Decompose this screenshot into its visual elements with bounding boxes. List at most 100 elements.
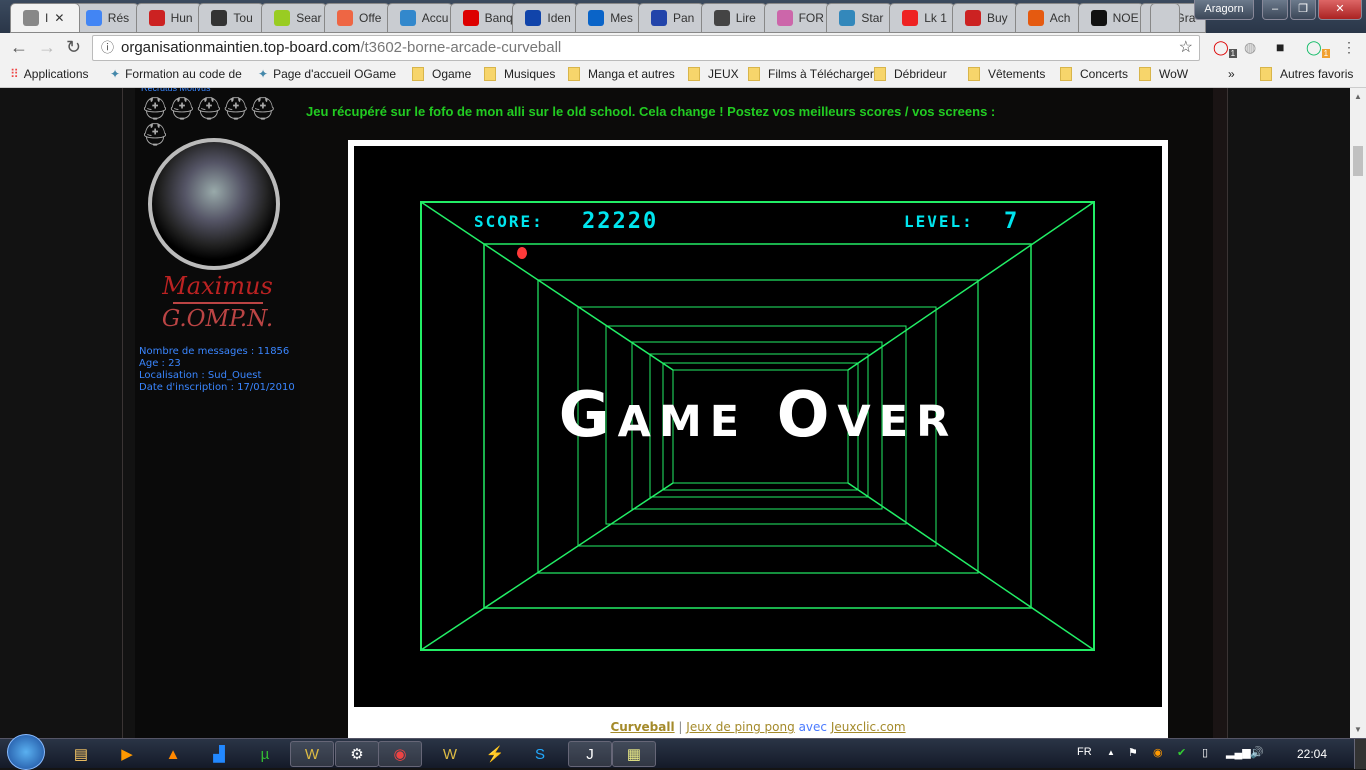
- tab[interactable]: Accu: [386, 3, 453, 33]
- reload-button[interactable]: ↻: [66, 37, 81, 58]
- show-desktop-button[interactable]: [1354, 739, 1366, 769]
- ping-pong-link[interactable]: Jeux de ping pong: [686, 720, 794, 734]
- bookmark-label: Musiques: [504, 67, 556, 81]
- tab[interactable]: Ach: [1014, 3, 1081, 33]
- tampermonkey-icon[interactable]: ■: [1276, 39, 1284, 55]
- clock[interactable]: 22:04: [1297, 747, 1327, 761]
- wow-icon[interactable]: W: [290, 741, 334, 767]
- bookmark-label: Vêtements: [988, 67, 1046, 81]
- tunnel-edge-3: [847, 482, 1095, 651]
- outlook-icon: [588, 10, 605, 26]
- tray-app-icon[interactable]: ◉: [1153, 746, 1163, 759]
- bookmark-item[interactable]: ✦ Page d'accueil OGame: [258, 67, 396, 81]
- bookmark-label: Autres favoris: [1280, 67, 1354, 81]
- minimize-button[interactable]: –: [1262, 0, 1288, 20]
- info-icon[interactable]: ⓘ: [101, 36, 114, 60]
- curveball-game[interactable]: SCORE: 22220 LEVEL: 7 Game Over: [354, 146, 1162, 707]
- more-bookmarks-button[interactable]: »: [1228, 67, 1235, 81]
- app-icon[interactable]: ▟: [204, 741, 234, 767]
- wow-icon-2[interactable]: W: [435, 741, 465, 767]
- power-icon[interactable]: ▯: [1202, 746, 1208, 759]
- sticky-notes-icon[interactable]: ▦: [612, 741, 656, 767]
- new-tab-button[interactable]: [1150, 3, 1180, 33]
- bookmark-item[interactable]: ✦ Formation au code de: [110, 67, 242, 81]
- vlc-icon[interactable]: ▲: [158, 741, 188, 767]
- close-window-button[interactable]: ✕: [1318, 0, 1362, 20]
- address-bar[interactable]: ⓘ organisationmaintien.top-board.com/t36…: [92, 35, 1200, 61]
- tray-check-icon[interactable]: ✔: [1177, 746, 1186, 759]
- tab[interactable]: Iden: [512, 3, 579, 33]
- extension-icon[interactable]: ◍: [1244, 39, 1256, 56]
- tab[interactable]: I ✕: [10, 3, 80, 33]
- volume-icon[interactable]: 🔊: [1250, 746, 1264, 759]
- page-margin: [1213, 88, 1227, 738]
- chrome-icon[interactable]: ◉: [378, 741, 422, 767]
- page-scrollbar[interactable]: ▲ ▼: [1350, 88, 1366, 738]
- folder-icon: [568, 67, 580, 81]
- jeuxclic-link[interactable]: Jeuxclic.com: [831, 720, 906, 734]
- menu-icon[interactable]: ⋮: [1342, 39, 1356, 56]
- tab[interactable]: NOE: [1077, 3, 1144, 33]
- utorrent-icon[interactable]: µ: [250, 741, 280, 767]
- tab[interactable]: Buy: [952, 3, 1018, 33]
- show-hidden-icons[interactable]: ▲: [1107, 748, 1115, 757]
- maximize-button[interactable]: ❐: [1290, 0, 1316, 20]
- tab[interactable]: Hun: [135, 3, 202, 33]
- bookmark-item[interactable]: Débrideur: [874, 67, 947, 81]
- network-signal-icon[interactable]: ▂▄▆: [1226, 746, 1251, 759]
- url-host: organisationmaintien.top-board.com: [121, 39, 361, 56]
- other-bookmarks[interactable]: Autres favoris: [1260, 67, 1353, 81]
- game-embed[interactable]: SCORE: 22220 LEVEL: 7 Game Over Curveball | …: [348, 140, 1168, 740]
- tab[interactable]: Offe: [324, 3, 390, 33]
- rank-helmets: ⛑⛑⛑⛑⛑⛑: [141, 96, 277, 147]
- tab-title: Ach: [1049, 11, 1071, 25]
- language-indicator[interactable]: FR: [1077, 746, 1092, 758]
- tab[interactable]: Star: [826, 3, 893, 33]
- tab[interactable]: Tou: [198, 3, 265, 33]
- user-profile-panel: Recrutus Motivus ⛑⛑⛑⛑⛑⛑ Maximus G.OMP.N.…: [135, 88, 300, 738]
- explorer-icon[interactable]: ▤: [66, 741, 96, 767]
- user-stats: Nombre de messages : 11856 Age : 23 Loca…: [135, 346, 300, 394]
- curveball-link[interactable]: Curveball: [610, 720, 674, 734]
- profile-button[interactable]: Aragorn: [1194, 0, 1254, 20]
- close-tab-icon[interactable]: ✕: [54, 11, 64, 25]
- bookmark-item[interactable]: Manga et autres: [568, 67, 675, 81]
- bookmark-item[interactable]: Ogame: [412, 67, 471, 81]
- action-center-flag-icon[interactable]: ⚑: [1128, 746, 1138, 759]
- back-button[interactable]: ←: [10, 37, 28, 58]
- bookmark-item[interactable]: Musiques: [484, 67, 555, 81]
- start-button[interactable]: [7, 734, 45, 770]
- scroll-thumb[interactable]: [1353, 146, 1363, 176]
- scroll-down-icon[interactable]: ▼: [1350, 725, 1366, 734]
- scroll-up-icon[interactable]: ▲: [1350, 92, 1366, 101]
- bookmark-item[interactable]: Films à Télécharger: [748, 67, 874, 81]
- grammarly-icon[interactable]: ◯ 1: [1306, 39, 1331, 58]
- steam-icon[interactable]: ⚙: [335, 741, 379, 767]
- bolt-app-icon[interactable]: ⚡: [480, 741, 510, 767]
- juventus-icon[interactable]: J: [568, 741, 612, 767]
- tab[interactable]: Mes: [575, 3, 642, 33]
- bookmark-item[interactable]: Concerts: [1060, 67, 1128, 81]
- opera-extension-icon[interactable]: ◯ 1: [1213, 39, 1238, 58]
- bookmark-item[interactable]: WoW: [1139, 67, 1188, 81]
- media-player-icon[interactable]: ▶: [112, 741, 142, 767]
- tab[interactable]: Rés: [72, 3, 139, 33]
- tab[interactable]: FOR: [763, 3, 830, 33]
- tab[interactable]: Sear: [261, 3, 328, 33]
- windows-taskbar: ▤ ▶ ▲ ▟ µ W ⚙ ◉ W ⚡ S J ▦ FR ▲ ⚑ ◉ ✔ ▯ ▂…: [0, 734, 1366, 770]
- bookmarks-bar: ⠿ Applications ✦ Formation au code de ✦ Page …: [0, 62, 1366, 88]
- bookmark-label: JEUX: [708, 67, 739, 81]
- forward-button[interactable]: →: [38, 37, 56, 58]
- tab[interactable]: Lire: [700, 3, 767, 33]
- bookmark-item[interactable]: Vêtements: [968, 67, 1045, 81]
- bookmark-label: Applications: [23, 67, 89, 81]
- name-divider: [172, 302, 263, 304]
- bookmark-star-icon[interactable]: ☆: [1179, 36, 1193, 60]
- tab[interactable]: Pan: [638, 3, 704, 33]
- bookmark-item[interactable]: JEUX: [688, 67, 739, 81]
- tab[interactable]: Banq: [449, 3, 516, 33]
- skype-icon[interactable]: S: [525, 741, 555, 767]
- lab-icon: [211, 10, 228, 26]
- bookmark-item[interactable]: ⠿ Applications: [10, 67, 89, 81]
- tab[interactable]: Lk 1: [889, 3, 956, 33]
